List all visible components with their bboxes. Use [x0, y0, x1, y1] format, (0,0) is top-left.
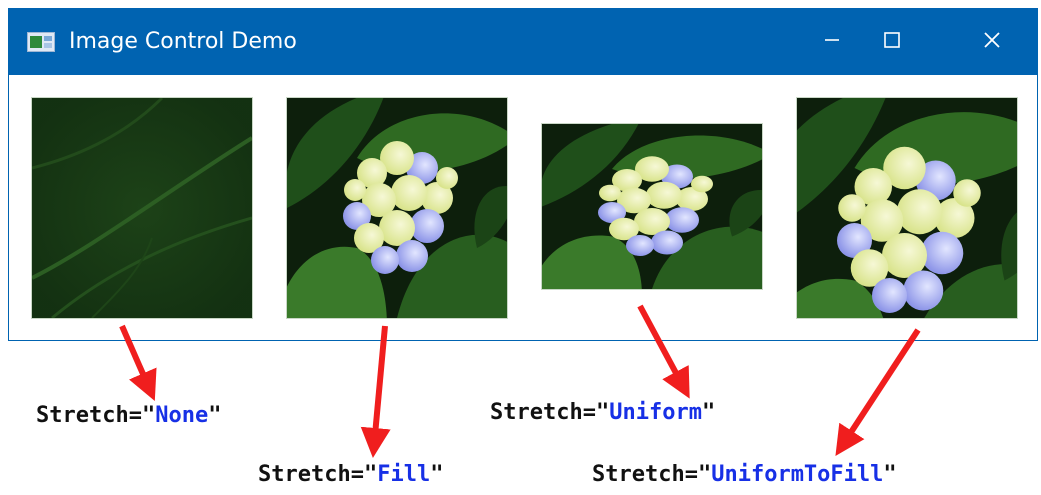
annotation-value: None — [155, 403, 209, 428]
close-button[interactable] — [962, 9, 1022, 75]
close-icon — [982, 30, 1002, 54]
annotation-suffix: " — [430, 462, 444, 487]
annotation-stretch-none: Stretch="None" — [36, 403, 221, 428]
annotation-prefix: Stretch=" — [258, 462, 378, 487]
arrow-uniformtofill — [835, 328, 921, 457]
annotation-suffix: " — [208, 403, 222, 428]
annotation-value: UniformToFill — [711, 462, 884, 487]
app-window-icon — [27, 32, 55, 52]
annotation-stretch-uniformtofill: Stretch="UniformToFill" — [592, 462, 897, 487]
annotation-stretch-uniform: Stretch="Uniform" — [490, 400, 715, 425]
app-window: Image Control Demo — [8, 8, 1038, 341]
annotation-suffix: " — [701, 400, 716, 425]
window-client-area — [9, 75, 1037, 340]
annotation-suffix: " — [883, 462, 897, 487]
annotation-prefix: Stretch=" — [490, 400, 610, 425]
maximize-icon — [883, 31, 901, 53]
annotation-value: Uniform — [609, 400, 702, 425]
minimize-icon — [823, 31, 841, 53]
window-title: Image Control Demo — [69, 29, 297, 54]
annotation-value: Fill — [377, 462, 431, 487]
title-bar[interactable]: Image Control Demo — [9, 9, 1037, 75]
annotation-prefix: Stretch=" — [36, 403, 156, 428]
annotation-prefix: Stretch=" — [592, 462, 712, 487]
image-stretch-none — [31, 97, 253, 319]
image-stretch-uniformtofill — [796, 97, 1018, 319]
minimize-button[interactable] — [802, 9, 862, 75]
maximize-button[interactable] — [862, 9, 922, 75]
image-stretch-uniform — [541, 123, 763, 290]
annotation-stretch-fill: Stretch="Fill" — [258, 462, 443, 487]
image-stretch-fill — [286, 97, 508, 319]
arrow-fill — [360, 325, 391, 458]
